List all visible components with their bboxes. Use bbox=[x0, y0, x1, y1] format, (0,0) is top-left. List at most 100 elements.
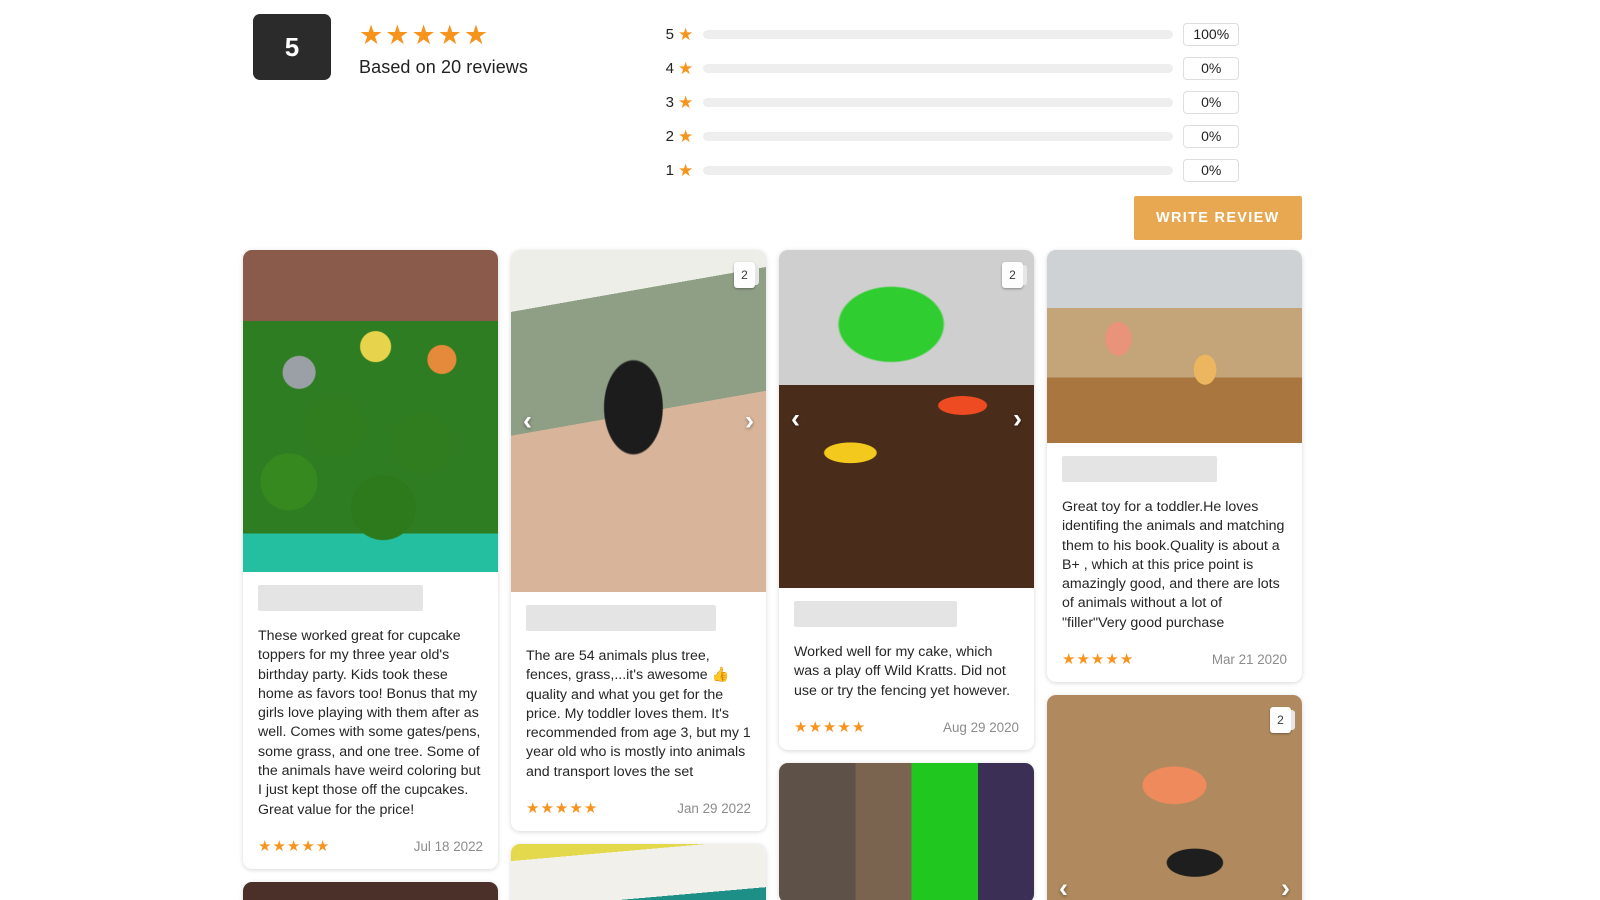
star-icon: ★ bbox=[359, 20, 384, 50]
review-date: Aug 29 2020 bbox=[943, 719, 1019, 735]
review-image[interactable]: 2 ‹ › bbox=[511, 250, 766, 592]
rating-bar-stars-label: 3 bbox=[665, 93, 674, 111]
carousel-prev-icon[interactable]: ‹ bbox=[791, 405, 800, 433]
review-body: These worked great for cupcake toppers f… bbox=[243, 572, 498, 869]
write-review-button[interactable]: WRITE REVIEW bbox=[1134, 196, 1302, 240]
rating-bar-percent: 0% bbox=[1183, 56, 1240, 80]
review-body: Worked well for my cake, which was a pla… bbox=[779, 588, 1034, 750]
review-card: 2 ‹ › The are 54 animals plus tree, fenc… bbox=[511, 250, 766, 832]
review-card-partial bbox=[511, 844, 766, 900]
star-icon: ★ bbox=[678, 58, 694, 78]
carousel-next-icon[interactable]: › bbox=[1013, 405, 1022, 433]
carousel-next-icon[interactable]: › bbox=[745, 407, 754, 435]
average-score-value: 5 bbox=[284, 32, 300, 62]
review-footer: ★ ★ ★ ★ ★ Jul 18 2022 bbox=[258, 839, 483, 854]
star-icon: ★ bbox=[385, 20, 410, 50]
review-title-placeholder bbox=[794, 601, 957, 627]
review-stars: ★ ★ ★ ★ ★ bbox=[258, 839, 329, 854]
star-icon: ★ bbox=[583, 800, 598, 818]
review-image[interactable] bbox=[243, 250, 498, 572]
review-image[interactable]: 2 ‹ › bbox=[1047, 695, 1302, 900]
review-card-partial bbox=[779, 762, 1034, 900]
star-icon: ★ bbox=[1105, 651, 1119, 669]
review-date: Mar 21 2020 bbox=[1211, 652, 1287, 668]
carousel-prev-icon[interactable]: ‹ bbox=[523, 407, 532, 435]
review-text: Great toy for a toddler.He loves identif… bbox=[1062, 499, 1285, 631]
review-card: 2 ‹ › Worked well for my cake, which was… bbox=[779, 250, 1034, 750]
rating-bar-stars-label: 2 bbox=[665, 127, 674, 145]
star-icon: ★ bbox=[678, 160, 694, 180]
star-icon: ★ bbox=[301, 837, 315, 855]
review-stars: ★ ★ ★ ★ ★ bbox=[794, 720, 865, 735]
review-image[interactable] bbox=[243, 881, 498, 900]
review-photo-blocks bbox=[1047, 250, 1302, 443]
review-card: Great toy for a toddler.He loves identif… bbox=[1047, 250, 1302, 683]
review-image[interactable]: 2 ‹ › bbox=[779, 250, 1034, 588]
star-icon: ★ bbox=[1062, 651, 1076, 669]
review-image[interactable] bbox=[779, 762, 1034, 900]
review-card-partial: 2 ‹ › bbox=[1047, 695, 1302, 900]
rating-bar-track bbox=[703, 29, 1174, 39]
photo-count-badge: 2 bbox=[734, 262, 759, 288]
review-footer: ★ ★ ★ ★ ★ Aug 29 2020 bbox=[794, 720, 1019, 735]
review-photo-cupcakes bbox=[243, 250, 498, 572]
rating-bar-stars-label: 1 bbox=[665, 161, 674, 179]
rating-bar-row[interactable]: 5 ★ 100% bbox=[660, 17, 1240, 51]
rating-bar-row[interactable]: 2 ★ 0% bbox=[660, 119, 1240, 153]
rating-bar-percent: 0% bbox=[1183, 90, 1240, 114]
star-icon: ★ bbox=[526, 800, 540, 818]
star-icon: ★ bbox=[554, 800, 569, 818]
star-icon: ★ bbox=[569, 800, 583, 818]
star-icon: ★ bbox=[837, 718, 851, 736]
star-icon: ★ bbox=[315, 837, 330, 855]
star-icon: ★ bbox=[1119, 651, 1134, 669]
photo-count-badge: 2 bbox=[1002, 262, 1027, 288]
review-text: The are 54 animals plus tree, fences, gr… bbox=[526, 648, 751, 780]
carousel-prev-icon[interactable]: ‹ bbox=[1059, 875, 1068, 900]
average-stars: ★ ★ ★ ★ ★ bbox=[359, 20, 528, 50]
rating-summary: 5 ★ ★ ★ ★ ★ Based on 20 reviews bbox=[253, 14, 528, 80]
rating-bar-track bbox=[703, 165, 1174, 175]
star-icon: ★ bbox=[437, 20, 462, 50]
star-icon: ★ bbox=[678, 126, 694, 146]
rating-bar-track bbox=[703, 97, 1174, 107]
rating-bar-percent: 0% bbox=[1183, 124, 1240, 148]
review-card-partial bbox=[243, 881, 498, 900]
star-icon: ★ bbox=[411, 20, 436, 50]
rating-bar-row[interactable]: 4 ★ 0% bbox=[660, 51, 1240, 85]
rating-bar-track bbox=[703, 63, 1174, 73]
rating-bar-row[interactable]: 3 ★ 0% bbox=[660, 85, 1240, 119]
rating-bar-stars-label: 5 bbox=[665, 25, 674, 43]
star-icon: ★ bbox=[822, 718, 837, 736]
review-photo-deer bbox=[1047, 695, 1302, 900]
photo-count-badge: 2 bbox=[1270, 707, 1295, 734]
review-photo-cake bbox=[779, 250, 1034, 588]
star-icon: ★ bbox=[258, 837, 272, 855]
rating-bar-track bbox=[703, 131, 1174, 141]
carousel-next-icon[interactable]: › bbox=[1281, 875, 1290, 900]
reviews-page: 5 ★ ★ ★ ★ ★ Based on 20 reviews 5 ★ 100% 4 ★… bbox=[0, 0, 1600, 900]
rating-bar-percent: 0% bbox=[1183, 158, 1240, 182]
average-score-box: 5 bbox=[253, 14, 331, 80]
review-photo-gorilla bbox=[511, 250, 766, 592]
rating-bar-row[interactable]: 1 ★ 0% bbox=[660, 153, 1240, 187]
star-icon: ★ bbox=[286, 837, 301, 855]
star-icon: ★ bbox=[272, 837, 286, 855]
review-stars: ★ ★ ★ ★ ★ bbox=[526, 801, 597, 816]
reviews-column-4: Great toy for a toddler.He loves identif… bbox=[1047, 250, 1302, 900]
review-photo-dark bbox=[243, 881, 498, 900]
star-icon: ★ bbox=[463, 20, 489, 50]
reviews-column-3: 2 ‹ › Worked well for my cake, which was… bbox=[779, 250, 1034, 900]
review-image[interactable] bbox=[1047, 250, 1302, 443]
rating-distribution-chart: 5 ★ 100% 4 ★ 0% 3 ★ 0% 2 ★ 0% 1 ★ 0% bbox=[660, 17, 1240, 187]
reviews-grid: These worked great for cupcake toppers f… bbox=[243, 250, 1303, 900]
rating-bar-stars-label: 4 bbox=[665, 59, 674, 77]
summary-details: ★ ★ ★ ★ ★ Based on 20 reviews bbox=[359, 14, 528, 78]
review-body: Great toy for a toddler.He loves identif… bbox=[1047, 443, 1302, 682]
review-image[interactable] bbox=[511, 844, 766, 900]
review-footer: ★ ★ ★ ★ ★ Mar 21 2020 bbox=[1062, 652, 1287, 667]
review-date: Jan 29 2022 bbox=[677, 801, 751, 817]
review-date: Jul 18 2022 bbox=[413, 838, 483, 854]
star-icon: ★ bbox=[678, 92, 694, 112]
rating-bar-percent: 100% bbox=[1183, 22, 1240, 46]
